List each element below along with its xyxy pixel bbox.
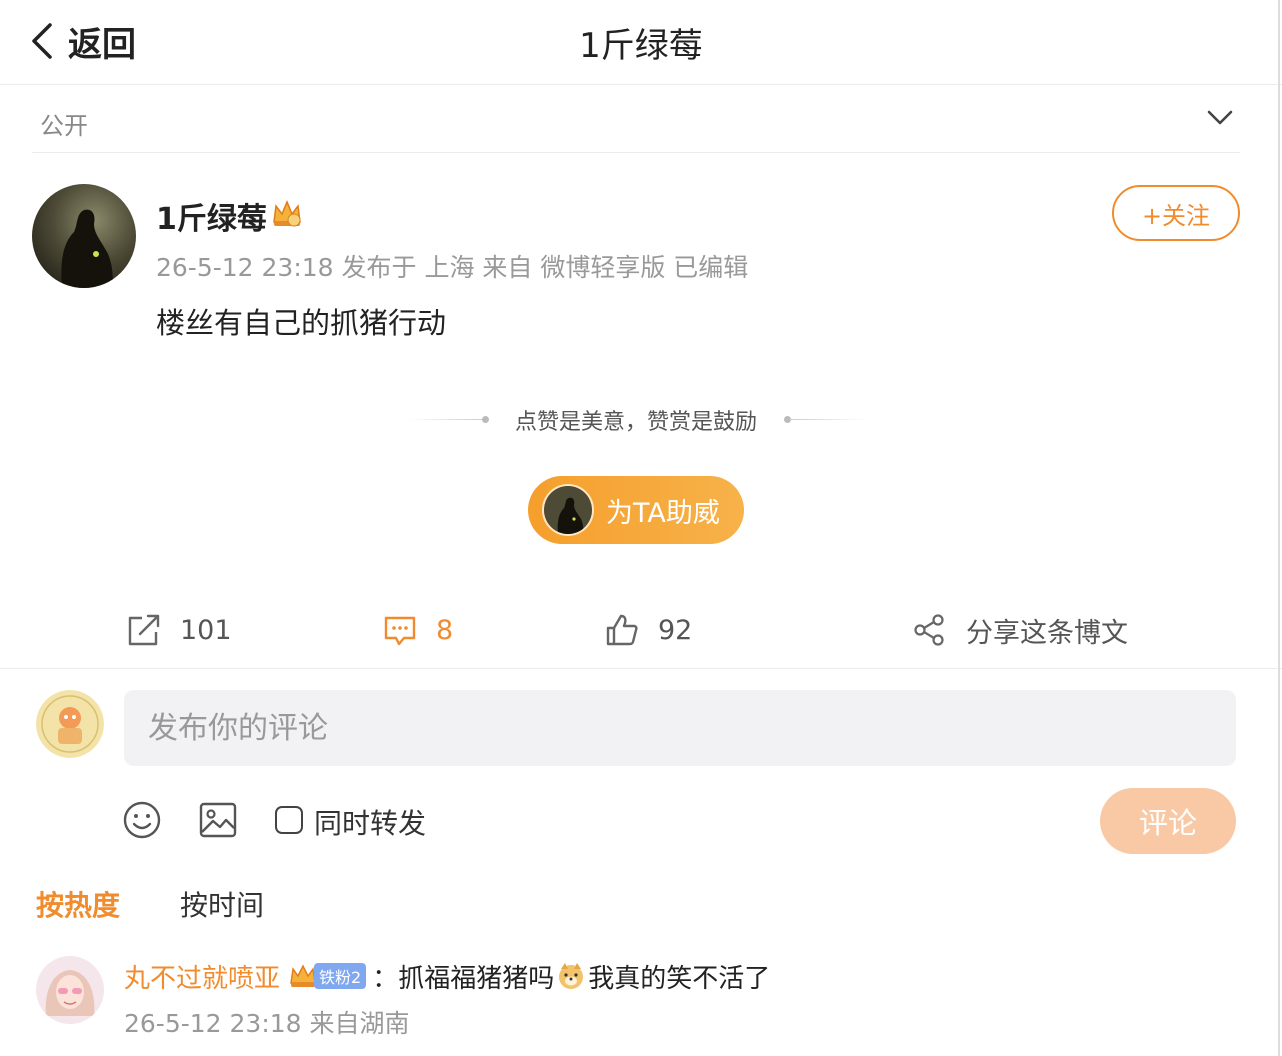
divider-dot bbox=[482, 416, 489, 423]
share-label: 分享这条博文 bbox=[966, 617, 1128, 649]
visibility-selector[interactable]: 公开 bbox=[32, 86, 1240, 153]
like-icon bbox=[606, 614, 638, 646]
sort-by-hot-tab[interactable]: 按热度 bbox=[36, 884, 120, 924]
author-avatar-image bbox=[32, 184, 136, 288]
visibility-label: 公开 bbox=[40, 112, 88, 140]
chevron-down-icon[interactable] bbox=[1206, 108, 1234, 128]
comment-meta: 26-5-12 23:18 来自湖南 bbox=[124, 1009, 410, 1038]
cheer-button[interactable]: 为TA助威 bbox=[528, 476, 744, 544]
comment-button[interactable]: 8 bbox=[382, 610, 453, 650]
comment-text: ：抓福福猪猪吗 bbox=[372, 963, 555, 994]
divider-line bbox=[790, 419, 866, 420]
follow-button[interactable]: +关注 bbox=[1112, 185, 1240, 241]
comment-text-continued: 我真的笑不活了 bbox=[588, 963, 771, 994]
post-meta: 26-5-12 23:18 发布于 上海 来自 微博轻享版 已编辑 bbox=[156, 253, 749, 282]
sort-by-time-tab[interactable]: 按时间 bbox=[180, 884, 264, 924]
fan-badge: 铁粉2 bbox=[314, 963, 367, 989]
reward-divider: 点赞是美意，赞赏是鼓励 bbox=[408, 404, 866, 436]
cheer-label: 为TA助威 bbox=[606, 497, 720, 529]
post-text: 楼丝有自己的抓猪行动 bbox=[156, 306, 447, 340]
page-title: 1斤绿莓 bbox=[579, 26, 703, 66]
repost-count: 101 bbox=[180, 614, 232, 646]
reward-tagline: 点赞是美意，赞赏是鼓励 bbox=[514, 410, 757, 435]
repost-button[interactable]: 101 bbox=[126, 610, 232, 650]
comment-input[interactable] bbox=[124, 690, 1236, 766]
commenter-avatar[interactable] bbox=[36, 956, 104, 1024]
repost-label[interactable]: 同时转发 bbox=[314, 802, 426, 842]
submit-comment-button[interactable]: 评论 bbox=[1100, 788, 1236, 854]
author-name[interactable]: 1斤绿莓 bbox=[156, 194, 267, 238]
dog-emoji-icon bbox=[559, 963, 584, 989]
comment-count: 8 bbox=[436, 614, 454, 646]
share-icon bbox=[914, 614, 944, 646]
cheer-avatar bbox=[542, 484, 594, 536]
image-icon[interactable] bbox=[198, 800, 238, 840]
divider-line bbox=[408, 419, 484, 420]
like-button[interactable]: 92 bbox=[604, 610, 692, 650]
comment-icon bbox=[384, 616, 416, 646]
emoji-icon[interactable] bbox=[122, 800, 162, 840]
repost-checkbox[interactable] bbox=[275, 806, 303, 834]
my-avatar[interactable] bbox=[36, 690, 104, 758]
repost-icon bbox=[128, 614, 160, 646]
like-count: 92 bbox=[658, 614, 693, 646]
scrollbar[interactable] bbox=[1278, 0, 1280, 1056]
action-bar: 101 8 92 分享这条博文 bbox=[0, 594, 1282, 669]
share-button[interactable]: 分享这条博文 bbox=[912, 610, 1128, 650]
comment-line: 丸不过就喷亚 铁粉2 ：抓福福猪猪吗 我真的笑不活了 bbox=[124, 956, 770, 996]
commenter-name[interactable]: 丸不过就喷亚 bbox=[124, 958, 280, 995]
author-avatar[interactable] bbox=[32, 184, 136, 288]
crown-icon bbox=[273, 200, 301, 227]
